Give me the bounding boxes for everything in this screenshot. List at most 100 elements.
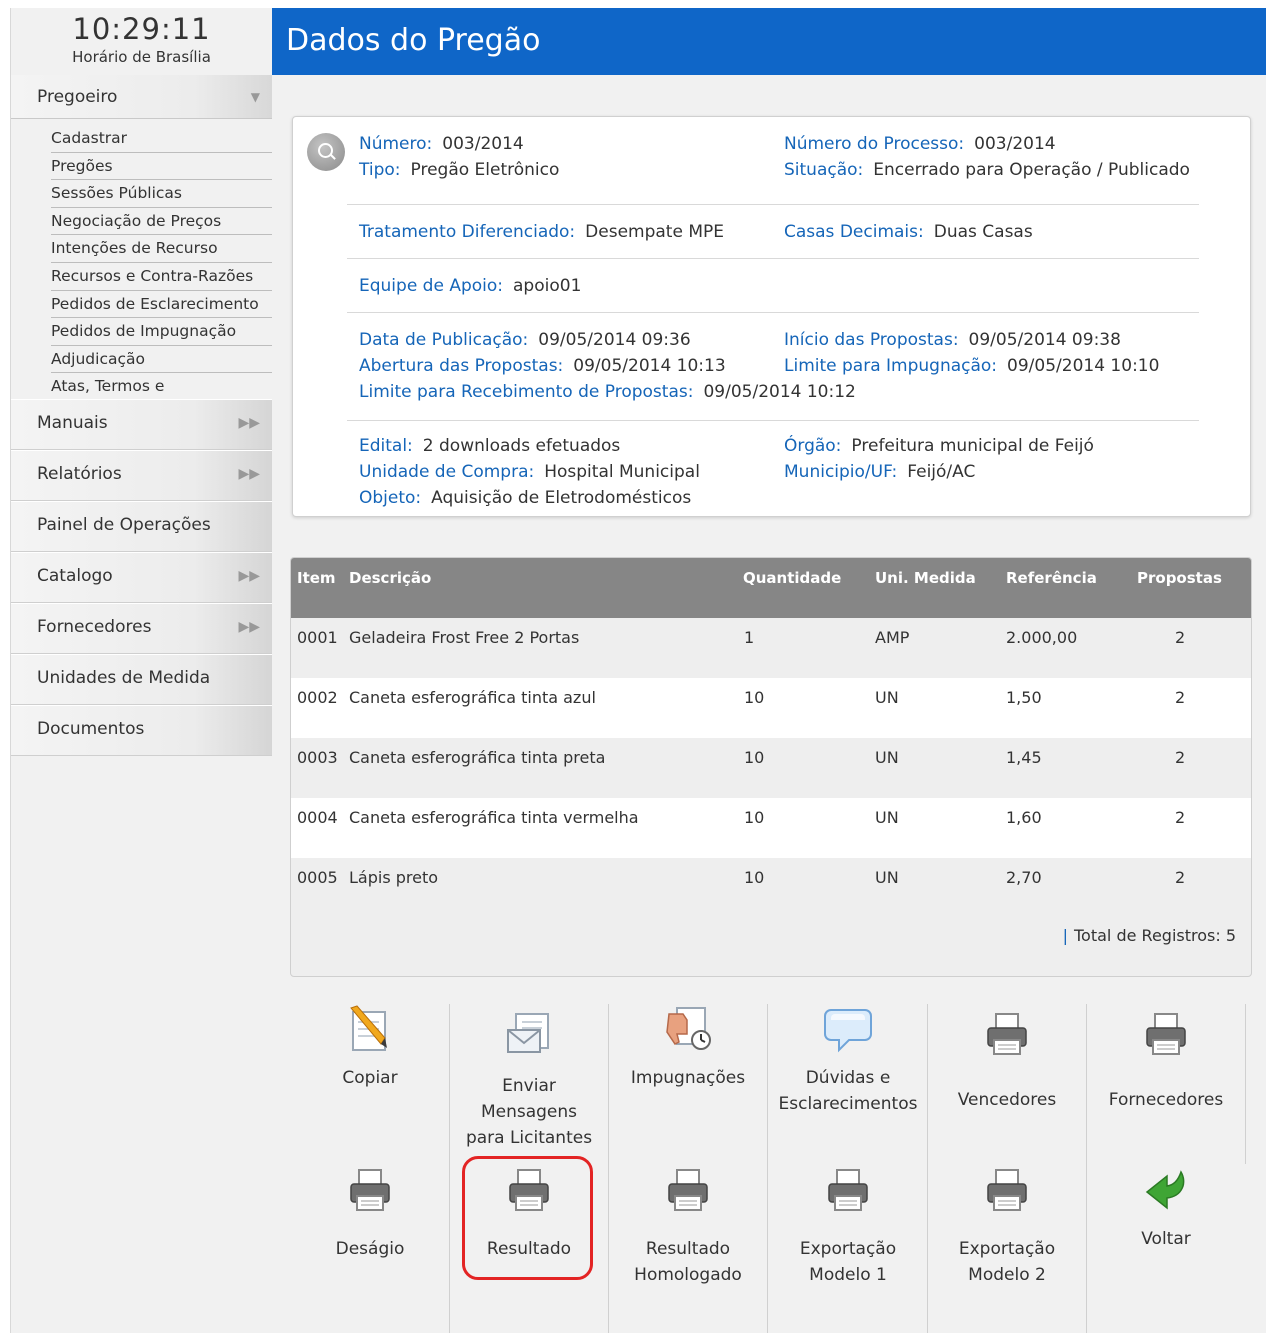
copiar-button[interactable]: Copiar bbox=[291, 1004, 449, 1164]
total-registros: | Total de Registros: 5 bbox=[1062, 926, 1236, 945]
field-data-publicacao: Data de Publicação: 09/05/2014 09:36 bbox=[359, 330, 691, 350]
col-quantidade[interactable]: Quantidade bbox=[743, 558, 841, 598]
cell-propostas: 2 bbox=[1175, 748, 1186, 767]
menu-documentos[interactable]: Documentos bbox=[11, 705, 272, 757]
printer-icon bbox=[828, 1169, 868, 1211]
enviar-label-line3: para Licitantes bbox=[465, 1128, 593, 1148]
menu-catalogo[interactable]: Catalogo ▶▶ bbox=[11, 552, 272, 604]
field-numero: Número: 003/2014 bbox=[359, 134, 524, 154]
vencedores-label: Vencedores bbox=[957, 1090, 1057, 1110]
cell-unidade: UN bbox=[875, 868, 899, 887]
field-tratamento-diferenciado: Tratamento Diferenciado: Desempate MPE bbox=[359, 222, 724, 242]
cell-item: 0004 bbox=[297, 808, 338, 827]
modelo2-label-line2: Modelo 2 bbox=[968, 1265, 1046, 1285]
cell-propostas: 2 bbox=[1175, 688, 1186, 707]
menu-fornecedores-label: Fornecedores bbox=[37, 617, 152, 638]
exportacao-modelo1-button[interactable]: Exportação Modelo 1 bbox=[769, 1166, 927, 1326]
col-unidade-medida[interactable]: Uni. Medida bbox=[875, 558, 976, 598]
cell-item: 0001 bbox=[297, 628, 338, 647]
menu-painel-label: Painel de Operações bbox=[37, 515, 211, 536]
desagio-label: Deságio bbox=[335, 1239, 405, 1259]
resultado-homologado-button[interactable]: Resultado Homologado bbox=[609, 1166, 767, 1326]
enviar-mensagens-button[interactable]: Enviar Mensagens para Licitantes bbox=[450, 1004, 608, 1164]
col-referencia[interactable]: Referência bbox=[1006, 558, 1097, 598]
exportacao-modelo2-button[interactable]: Exportação Modelo 2 bbox=[928, 1166, 1086, 1326]
table-row[interactable]: 0002 Caneta esferográfica tinta azul 10 … bbox=[291, 678, 1251, 738]
submenu-cadastrar[interactable]: Cadastrar bbox=[51, 125, 272, 153]
menu-fornecedores[interactable]: Fornecedores ▶▶ bbox=[11, 603, 272, 655]
clock: 10:29:11 Horário de Brasília bbox=[11, 8, 272, 75]
menu-unidades-medida[interactable]: Unidades de Medida bbox=[11, 654, 272, 706]
fornecedores-label: Fornecedores bbox=[1108, 1090, 1224, 1110]
cell-descricao: Caneta esferográfica tinta preta bbox=[349, 748, 606, 767]
impugnacoes-label: Impugnações bbox=[630, 1068, 746, 1088]
field-municipio-uf: Municipio/UF: Feijó/AC bbox=[784, 462, 976, 482]
submenu-negociacao-precos[interactable]: Negociação de Preços bbox=[51, 208, 272, 236]
field-equipe-apoio: Equipe de Apoio: apoio01 bbox=[359, 276, 582, 296]
expand-arrow-icon: ▶▶ bbox=[238, 619, 260, 636]
expand-arrow-icon: ▶▶ bbox=[238, 466, 260, 483]
items-table: Item Descrição Quantidade Uni. Medida Re… bbox=[290, 557, 1252, 977]
resultado-homologado-label: Resultado Homologado bbox=[609, 1236, 767, 1288]
fornecedores-button[interactable]: Fornecedores bbox=[1087, 1004, 1245, 1164]
submenu-pedidos-impugnacao[interactable]: Pedidos de Impugnação bbox=[51, 318, 272, 346]
menu-painel-operacoes[interactable]: Painel de Operações bbox=[11, 501, 272, 553]
col-propostas[interactable]: Propostas bbox=[1137, 558, 1222, 598]
info-section-tratamento: Tratamento Diferenciado: Desempate MPE Ca… bbox=[347, 205, 1199, 259]
cell-unidade: UN bbox=[875, 688, 899, 707]
desagio-button[interactable]: Deságio bbox=[291, 1166, 449, 1326]
clock-time: 10:29:11 bbox=[72, 12, 211, 46]
enviar-label: Enviar Mensagens para Licitantes bbox=[450, 1073, 608, 1151]
submenu-pedidos-esclarecimento[interactable]: Pedidos de Esclarecimento bbox=[51, 291, 272, 319]
submenu-pregoes[interactable]: Pregões bbox=[51, 153, 272, 181]
submenu-sessoes-publicas[interactable]: Sessões Públicas bbox=[51, 180, 272, 208]
col-item[interactable]: Item bbox=[297, 558, 336, 598]
submenu-intencoes-recurso[interactable]: Intenções de Recurso bbox=[51, 235, 272, 263]
vencedores-button[interactable]: Vencedores bbox=[928, 1004, 1086, 1164]
menu-manuais[interactable]: Manuais ▶▶ bbox=[11, 399, 272, 451]
duvidas-label-line1: Dúvidas e bbox=[805, 1068, 891, 1088]
cell-descricao: Lápis preto bbox=[349, 868, 439, 887]
search-icon[interactable] bbox=[307, 133, 345, 171]
speech-bubble-icon bbox=[824, 1009, 872, 1053]
mail-icon bbox=[507, 1013, 549, 1053]
info-section-equipe: Equipe de Apoio: apoio01 bbox=[347, 259, 1199, 313]
printer-icon bbox=[987, 1013, 1027, 1055]
cell-referencia: 1,60 bbox=[1006, 808, 1042, 827]
table-row[interactable]: 0003 Caneta esferográfica tinta preta 10… bbox=[291, 738, 1251, 798]
field-edital[interactable]: Edital: 2 downloads efetuados bbox=[359, 433, 620, 459]
field-numero-processo: Número do Processo: 003/2014 bbox=[784, 134, 1056, 154]
impugnacoes-button[interactable]: Impugnações bbox=[609, 1004, 767, 1164]
voltar-button[interactable]: Voltar bbox=[1087, 1166, 1245, 1326]
submenu-atas-termos[interactable]: Atas, Termos e bbox=[51, 373, 272, 395]
submenu-recursos-contra-razoes[interactable]: Recursos e Contra-Razões bbox=[51, 263, 272, 291]
cell-propostas: 2 bbox=[1175, 808, 1186, 827]
modelo2-label-line1: Exportação bbox=[958, 1239, 1056, 1259]
menu-relatorios[interactable]: Relatórios ▶▶ bbox=[11, 450, 272, 502]
submenu-adjudicacao[interactable]: Adjudicação bbox=[51, 346, 272, 374]
main-content: Dados do Pregão Número: 003/2014 Número d… bbox=[272, 8, 1266, 1333]
col-descricao[interactable]: Descrição bbox=[349, 558, 431, 598]
printer-icon bbox=[350, 1169, 390, 1211]
table-row[interactable]: 0001 Geladeira Frost Free 2 Portas 1 AMP… bbox=[291, 618, 1251, 678]
cell-quantidade: 1 bbox=[744, 628, 755, 647]
menu-pregoeiro[interactable]: Pregoeiro ▼︎ bbox=[11, 75, 272, 119]
cell-item: 0002 bbox=[297, 688, 338, 707]
cell-descricao: Geladeira Frost Free 2 Portas bbox=[349, 628, 580, 647]
exportacao-modelo2-label: Exportação Modelo 2 bbox=[928, 1236, 1086, 1288]
menu-pregoeiro-label: Pregoeiro bbox=[37, 87, 118, 107]
voltar-label: Voltar bbox=[1141, 1229, 1191, 1249]
modelo1-label-line2: Modelo 1 bbox=[809, 1265, 887, 1285]
printer-icon bbox=[668, 1169, 708, 1211]
pregao-info-card: Número: 003/2014 Número do Processo: 003/2… bbox=[292, 116, 1251, 517]
field-casas-decimais: Casas Decimais: Duas Casas bbox=[784, 222, 1033, 242]
field-abertura-propostas: Abertura das Propostas: 09/05/2014 10:13 bbox=[359, 356, 726, 376]
exportacao-modelo1-label: Exportação Modelo 1 bbox=[769, 1236, 927, 1288]
table-row[interactable]: 0004 Caneta esferográfica tinta vermelha… bbox=[291, 798, 1251, 858]
separator: | bbox=[1062, 926, 1068, 945]
collapse-icon[interactable]: ▼︎ bbox=[251, 75, 260, 119]
cell-descricao: Caneta esferográfica tinta vermelha bbox=[349, 808, 639, 827]
duvidas-button[interactable]: Dúvidas e Esclarecimentos bbox=[769, 1004, 927, 1164]
table-row[interactable]: 0005 Lápis preto 10 UN 2,70 2 bbox=[291, 858, 1251, 918]
info-section-datas: Data de Publicação: 09/05/2014 09:36 Iníc… bbox=[347, 313, 1199, 421]
